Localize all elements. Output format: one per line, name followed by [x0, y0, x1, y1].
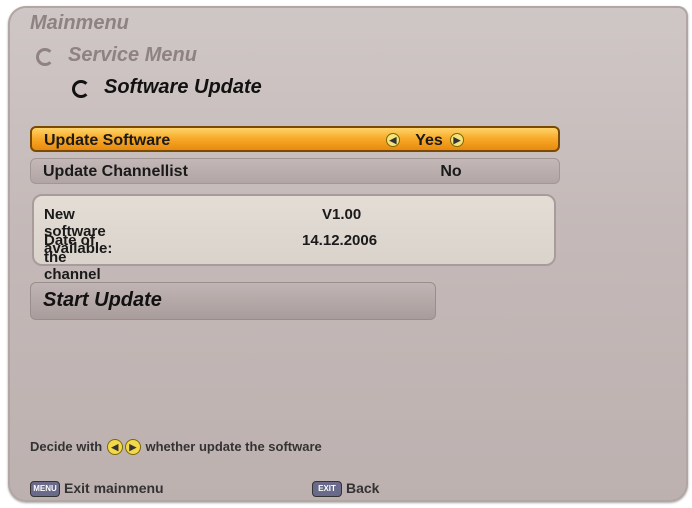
breadcrumb-mainmenu: Mainmenu — [30, 12, 129, 34]
footer-back[interactable]: EXIT Back — [312, 480, 380, 498]
left-arrow-icon[interactable]: ◀ — [386, 133, 400, 147]
menu-item-value: No — [440, 163, 462, 180]
footer-exit-mainmenu[interactable]: MENU Exit mainmenu — [30, 480, 164, 498]
hint-suffix: whether update the software — [145, 439, 322, 455]
footer-label: Exit mainmenu — [64, 480, 164, 496]
info-value: V1.00 — [322, 206, 362, 223]
info-box: New software available: V1.00 Date of th… — [32, 194, 556, 300]
hint-prefix: Decide with — [30, 439, 103, 455]
menu-key-icon: MENU — [30, 481, 60, 498]
menu-item-update-channellist[interactable]: Update Channellist No — [30, 158, 560, 184]
start-update-label: Start Update — [43, 289, 162, 311]
left-arrow-icon: ◀ — [106, 438, 123, 455]
back-arrow-icon — [72, 80, 90, 98]
menu-item-value: Yes — [415, 132, 443, 149]
exit-key-icon: EXIT — [312, 481, 342, 498]
back-arrow-icon — [36, 48, 54, 66]
page-title: Software Update — [104, 76, 262, 98]
footer-label: Back — [346, 480, 380, 496]
breadcrumb-service-menu: Service Menu — [68, 44, 197, 66]
menu-item-label: Update Channellist — [43, 163, 188, 180]
start-update-button[interactable]: Start Update — [30, 282, 436, 320]
menu-item-update-software[interactable]: Update Software ◀ Yes ▶ — [30, 126, 560, 152]
menu-item-label: Update Software — [44, 132, 171, 149]
hint-text: Decide with ◀ ▶ whether update the softwa… — [30, 438, 322, 455]
right-arrow-icon: ▶ — [124, 438, 141, 455]
right-arrow-icon[interactable]: ▶ — [450, 133, 464, 147]
info-value: 14.12.2006 — [302, 232, 378, 249]
